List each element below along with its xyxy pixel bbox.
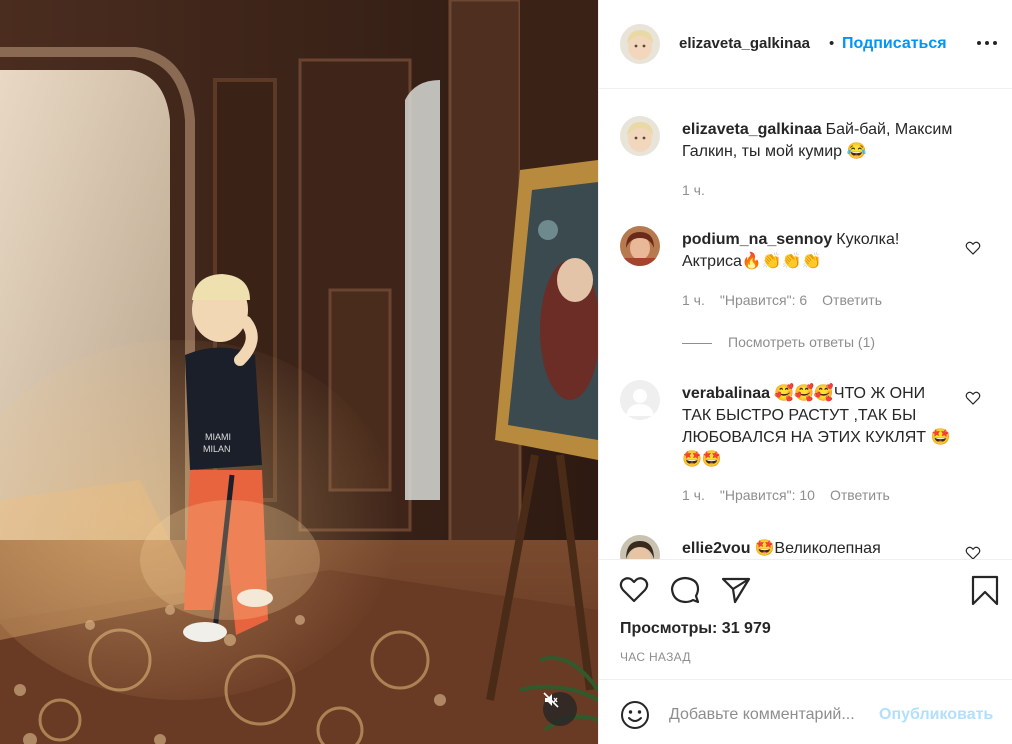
comment-likes[interactable]: "Нравится": 6: [720, 292, 807, 308]
comment-text-block: podium_na_sennoy Куколка! Актриса🔥👏👏👏: [682, 229, 962, 273]
views-value: 31 979: [721, 620, 771, 637]
add-comment-bar: Опубликовать: [599, 679, 1012, 744]
mute-button[interactable]: [543, 692, 577, 726]
post-side-panel: elizaveta_galkinaa • Подписаться elizave…: [598, 0, 1012, 744]
svg-text:MILAN: MILAN: [203, 444, 231, 454]
like-comment-heart-icon[interactable]: [965, 240, 981, 256]
author-avatar[interactable]: [620, 24, 660, 64]
post-actions: Просмотры: 31 979 ЧАС НАЗАД: [599, 559, 1012, 679]
view-replies-button[interactable]: Посмотреть ответы (1): [682, 334, 875, 350]
comment-avatar[interactable]: [620, 226, 660, 266]
comment-avatar-placeholder[interactable]: [620, 380, 660, 420]
caption-username[interactable]: elizaveta_galkinaa: [682, 121, 822, 138]
comment-text: 🤩Великолепная: [754, 540, 881, 557]
more-horizontal-icon[interactable]: [976, 31, 998, 55]
comment-username[interactable]: podium_na_sennoy: [682, 231, 832, 248]
publish-button[interactable]: Опубликовать: [879, 706, 993, 724]
reply-button[interactable]: Ответить: [830, 487, 890, 503]
emoji-smiley-icon[interactable]: [620, 700, 650, 730]
views-label: Просмотры:: [620, 620, 718, 637]
comment-likes[interactable]: "Нравится": 10: [720, 487, 815, 503]
comment-text-block: ellie2vou 🤩Великолепная: [682, 538, 962, 559]
comment-time[interactable]: 1 ч.: [682, 487, 705, 503]
comment-time[interactable]: 1 ч.: [682, 292, 705, 308]
like-heart-icon[interactable]: [618, 574, 650, 606]
comment-meta: 1 ч. "Нравится": 6 Ответить: [682, 292, 897, 308]
comment-bubble-icon[interactable]: [669, 574, 701, 606]
caption-avatar[interactable]: [620, 116, 660, 156]
comment-meta: 1 ч. "Нравится": 10 Ответить: [682, 487, 905, 503]
post-video[interactable]: MIAMI MILAN: [0, 0, 598, 744]
post-header: elizaveta_galkinaa • Подписаться: [599, 0, 1012, 89]
video-frame: MIAMI MILAN: [0, 0, 598, 744]
author-username[interactable]: elizaveta_galkinaa: [679, 35, 810, 52]
views-count: Просмотры: 31 979: [620, 620, 771, 638]
follow-separator: •: [829, 35, 835, 52]
caption-text-block: elizaveta_galkinaa Бай-бай, Максим Галкин…: [682, 119, 982, 163]
comment-avatar[interactable]: [620, 535, 660, 559]
comment-text-block: verabalinaa 🥰🥰🥰ЧТО Ж ОНИ ТАК БЫСТРО РАСТУ…: [682, 383, 952, 471]
view-replies-label: Посмотреть ответы (1): [728, 334, 876, 350]
caption-time[interactable]: 1 ч.: [682, 182, 705, 198]
caption-meta: 1 ч.: [682, 182, 720, 198]
like-comment-heart-icon[interactable]: [965, 545, 981, 559]
speaker-muted-icon: [543, 692, 559, 708]
follow-button[interactable]: Подписаться: [842, 35, 947, 53]
replies-divider: [682, 342, 712, 344]
comment-username[interactable]: verabalinaa: [682, 385, 770, 402]
post-time[interactable]: ЧАС НАЗАД: [620, 650, 691, 664]
comment-input[interactable]: [669, 701, 869, 729]
save-bookmark-icon[interactable]: [969, 574, 1001, 606]
comments-list[interactable]: elizaveta_galkinaa Бай-бай, Максим Галкин…: [599, 89, 1012, 559]
svg-text:MIAMI: MIAMI: [205, 432, 231, 442]
reply-button[interactable]: Ответить: [822, 292, 882, 308]
comment-username[interactable]: ellie2vou: [682, 540, 750, 557]
share-paper-plane-icon[interactable]: [720, 574, 752, 606]
like-comment-heart-icon[interactable]: [965, 390, 981, 406]
